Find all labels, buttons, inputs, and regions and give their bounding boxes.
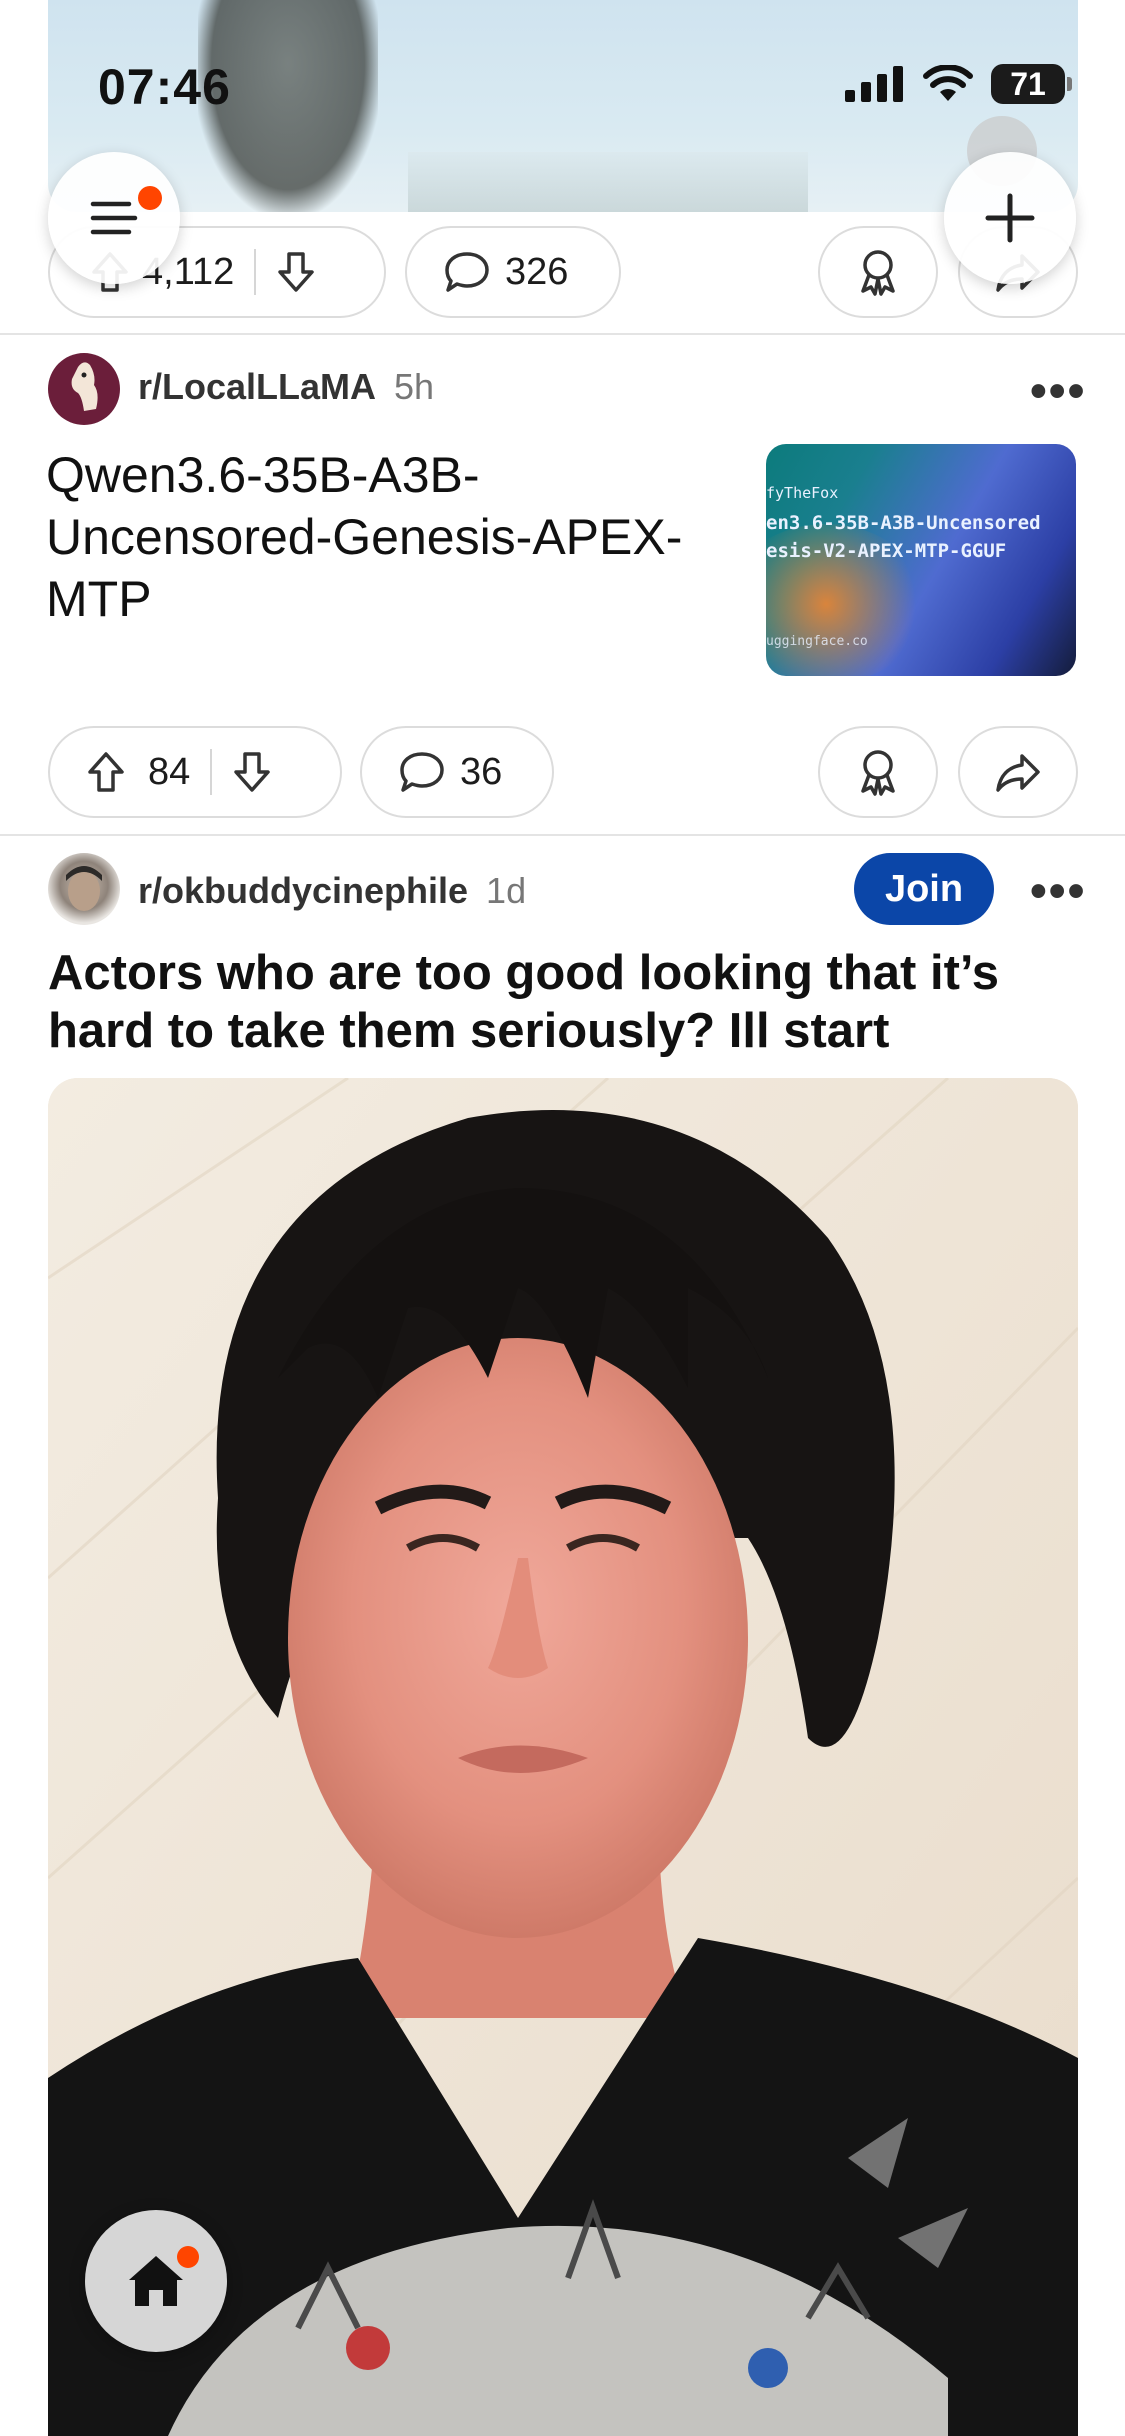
post-divider [0, 333, 1125, 335]
post-header: r/okbuddycinephile 1d [138, 870, 526, 912]
award-icon [861, 250, 895, 296]
image-grass-shape [408, 152, 808, 212]
menu-button[interactable] [48, 152, 180, 284]
cellular-signal-icon [845, 66, 903, 102]
comments-button[interactable]: 36 [360, 726, 554, 818]
arrow-down-icon[interactable] [232, 750, 272, 794]
join-button[interactable]: Join [854, 853, 994, 925]
post-age: 5h [394, 366, 435, 407]
thumbnail-domain: uggingface.co [766, 634, 868, 649]
upvote-count: 84 [148, 750, 191, 793]
vote-divider [210, 749, 213, 795]
thumbnail-author: fyTheFox [766, 484, 839, 502]
vote-bar: 84 [48, 726, 342, 818]
home-button[interactable] [85, 2210, 227, 2352]
subreddit-avatar[interactable] [48, 853, 120, 925]
notification-dot [138, 186, 162, 210]
more-options-icon[interactable]: ••• [1030, 364, 1086, 419]
post-age: 1d [486, 870, 527, 911]
post-title[interactable]: Actors who are too good looking that it’… [48, 944, 1088, 1060]
post-title-line: Actors who are too good looking that it’… [48, 946, 999, 1000]
award-button[interactable] [818, 726, 938, 818]
subreddit-name[interactable]: r/LocalLLaMA [138, 366, 376, 408]
post-divider [0, 834, 1125, 836]
notification-dot [177, 2246, 199, 2268]
comment-count: 36 [460, 750, 503, 793]
menu-icon [90, 201, 138, 235]
plus-icon [985, 193, 1035, 243]
post-title-line: MTP [46, 571, 152, 627]
post-title-line: Uncensored-Genesis-APEX- [46, 509, 683, 565]
more-options-icon[interactable]: ••• [1030, 864, 1086, 919]
subreddit-name[interactable]: r/okbuddycinephile [138, 870, 468, 912]
share-button[interactable] [958, 726, 1078, 818]
create-post-button[interactable] [944, 152, 1076, 284]
award-icon [861, 750, 895, 796]
face-icon [66, 866, 102, 911]
comment-count: 326 [505, 250, 569, 293]
post-title[interactable]: Qwen3.6-35B-A3B- Uncensored-Genesis-APEX… [46, 444, 746, 630]
wifi-icon [923, 65, 973, 101]
status-time: 07:46 [98, 59, 231, 115]
thumbnail-line: esis-V2-APEX-MTP-GGUF [766, 540, 1007, 562]
thumbnail-line: en3.6-35B-A3B-Uncensored [766, 512, 1041, 534]
status-icons: 71 [845, 64, 1072, 104]
comment-icon [445, 252, 489, 292]
share-icon [996, 754, 1040, 792]
arrow-down-icon[interactable] [276, 250, 316, 294]
post-title-line: hard to take them seriously? Ill start [48, 1004, 890, 1058]
subreddit-avatar[interactable] [48, 353, 120, 425]
llama-icon [71, 362, 98, 411]
battery-indicator: 71 [991, 64, 1072, 104]
post-title-line: Qwen3.6-35B-A3B- [46, 447, 480, 503]
vote-divider [254, 249, 257, 295]
comments-button[interactable]: 326 [405, 226, 621, 318]
post-header: r/LocalLLaMA 5h [138, 366, 434, 408]
comment-icon [400, 752, 444, 792]
link-thumbnail[interactable]: fyTheFox en3.6-35B-A3B-Uncensored esis-V… [766, 444, 1076, 676]
award-button[interactable] [818, 226, 938, 318]
arrow-up-icon[interactable] [86, 750, 126, 794]
